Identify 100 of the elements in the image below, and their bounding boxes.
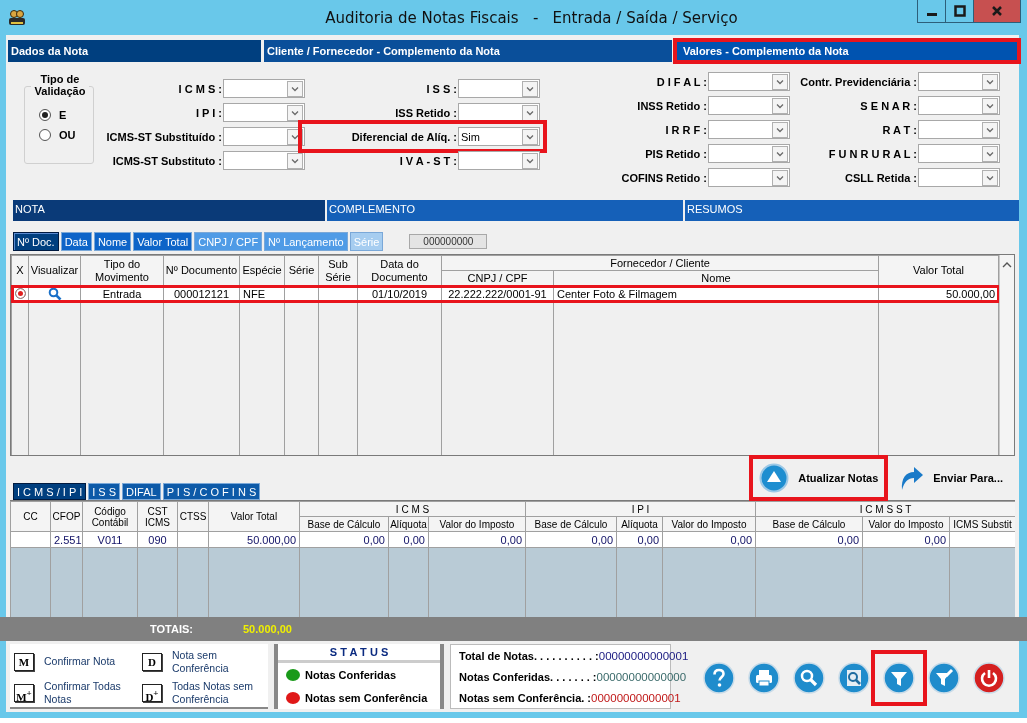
radio-icon[interactable] <box>39 109 51 121</box>
dropdown-field[interactable] <box>223 151 305 170</box>
help-button[interactable] <box>703 662 735 694</box>
legend-text: Confirmar Nota <box>44 655 117 669</box>
scroll-up-icon[interactable] <box>1001 260 1013 270</box>
tab[interactable]: DIFAL <box>122 483 161 500</box>
sort-tab[interactable]: Nº Doc. <box>13 232 59 251</box>
row-radio[interactable] <box>14 288 26 299</box>
chevron-icon[interactable] <box>982 97 998 114</box>
table-cell: Entrada <box>102 287 142 300</box>
dropdown-field[interactable] <box>223 79 305 98</box>
print-button[interactable] <box>748 662 780 694</box>
field-label: PIS Retido : <box>645 147 707 160</box>
tab[interactable]: I S S <box>88 483 121 500</box>
refresh-button[interactable]: Atualizar Notas <box>759 463 879 493</box>
count-label: Notas sem Conferência. : <box>459 691 592 704</box>
column-header: Valor Total <box>878 255 999 286</box>
group-header: Fornecedor / Cliente <box>441 255 879 271</box>
radio-option[interactable]: OU <box>25 129 93 141</box>
totals-label: TOTAIS: <box>150 623 193 635</box>
sort-tab[interactable]: Nome <box>93 232 132 251</box>
chevron-icon[interactable] <box>772 121 788 138</box>
search-icon[interactable] <box>47 286 62 301</box>
people-icon <box>8 8 26 27</box>
legend-text: Confirmar Todas Notas <box>44 680 122 707</box>
chevron-icon[interactable] <box>772 169 788 186</box>
key-icon: M <box>14 652 34 671</box>
dropdown-field[interactable] <box>918 120 1000 139</box>
dropdown-field[interactable] <box>918 144 1000 163</box>
column-header: Valor Total <box>208 501 300 532</box>
table-row[interactable]: Entrada 000012121 NFE 01/10/2019 22.222.222/0001-91 Center Foto & Filmagem 50.000,00 <box>11 285 999 302</box>
dropdown-field[interactable] <box>708 72 790 91</box>
dropdown-field[interactable] <box>458 79 540 98</box>
chevron-icon[interactable] <box>772 145 788 162</box>
dropdown-field[interactable] <box>918 96 1000 115</box>
column-header: CST ICMS <box>137 501 178 532</box>
chevron-icon[interactable] <box>287 80 303 97</box>
chevron-icon[interactable] <box>522 104 538 121</box>
panel-tab[interactable]: NOTA <box>13 200 325 221</box>
column-header: CC <box>10 501 51 532</box>
panel-tab[interactable]: RESUMOS <box>685 200 1019 221</box>
radio-option[interactable]: E <box>25 109 93 121</box>
field-label: I P I : <box>195 106 222 119</box>
close-icon[interactable] <box>991 5 1003 17</box>
chevron-icon[interactable] <box>287 104 303 121</box>
chevron-icon[interactable] <box>772 97 788 114</box>
panel-tab[interactable]: COMPLEMENTO <box>327 200 683 221</box>
chevron-icon[interactable] <box>522 128 538 145</box>
table-cell: V011 <box>97 533 123 546</box>
section-header: Cliente / Fornecedor - Complemento da Nota <box>264 40 672 62</box>
power-button[interactable] <box>973 662 1005 694</box>
scrollbar[interactable] <box>999 255 1014 455</box>
field-label: ISS Retido : <box>395 106 457 119</box>
clear-filter-button[interactable] <box>928 662 960 694</box>
field-label: I S S : <box>426 82 457 95</box>
search-field[interactable]: 000000000 <box>409 234 488 249</box>
column-header: Sub Série <box>318 255 358 286</box>
chevron-icon[interactable] <box>982 73 998 90</box>
dropdown-field[interactable] <box>708 96 790 115</box>
chevron-icon[interactable] <box>772 73 788 90</box>
chevron-icon[interactable] <box>982 169 998 186</box>
dropdown-field[interactable] <box>708 120 790 139</box>
search-button[interactable] <box>793 662 825 694</box>
field-label: R A T : <box>882 123 917 136</box>
field-label: D I F A L : <box>656 75 707 88</box>
dropdown-field[interactable] <box>918 168 1000 187</box>
chevron-icon[interactable] <box>522 152 538 169</box>
dropdown-field[interactable] <box>223 127 305 146</box>
section-header: Valores - Complemento da Nota <box>675 40 1019 62</box>
dropdown-field[interactable] <box>918 72 1000 91</box>
radio-icon[interactable] <box>39 129 51 141</box>
count-value: 00000000000001 <box>591 691 681 704</box>
sort-tab[interactable]: Valor Total <box>133 232 193 251</box>
sort-tab[interactable]: Data <box>60 232 92 251</box>
tab[interactable]: P I S / C O F I N S <box>162 483 261 500</box>
dropdown-field[interactable]: Sim <box>458 127 540 146</box>
chevron-icon[interactable] <box>522 80 538 97</box>
preview-button[interactable] <box>838 662 870 694</box>
field-label: INSS Retido : <box>637 99 707 112</box>
dropdown-field[interactable] <box>223 103 305 122</box>
group-header: I C M S S T <box>755 501 1015 517</box>
field-label: Diferencial de Alíq. : <box>351 130 457 143</box>
chevron-icon[interactable] <box>982 145 998 162</box>
group-header: I C M S <box>299 501 526 517</box>
chevron-icon[interactable] <box>287 152 303 169</box>
column-header: CTSS <box>177 501 209 532</box>
maximize-icon[interactable] <box>953 5 966 17</box>
dropdown-field[interactable] <box>458 151 540 170</box>
send-button[interactable]: Enviar Para... <box>898 464 1003 492</box>
filter-button[interactable] <box>883 662 915 694</box>
close-button[interactable] <box>974 0 1020 22</box>
legend-text: Todas Notas sem Conferência <box>172 680 255 707</box>
tab[interactable]: I C M S / I P I <box>13 483 87 500</box>
dropdown-field[interactable] <box>708 144 790 163</box>
radio-label: OU <box>59 129 76 141</box>
field-label: COFINS Retido : <box>621 171 707 184</box>
chevron-icon[interactable] <box>982 121 998 138</box>
table-cell: 2.551 <box>54 533 82 546</box>
dropdown-field[interactable] <box>708 168 790 187</box>
column-header: Código Contábil <box>82 501 138 532</box>
